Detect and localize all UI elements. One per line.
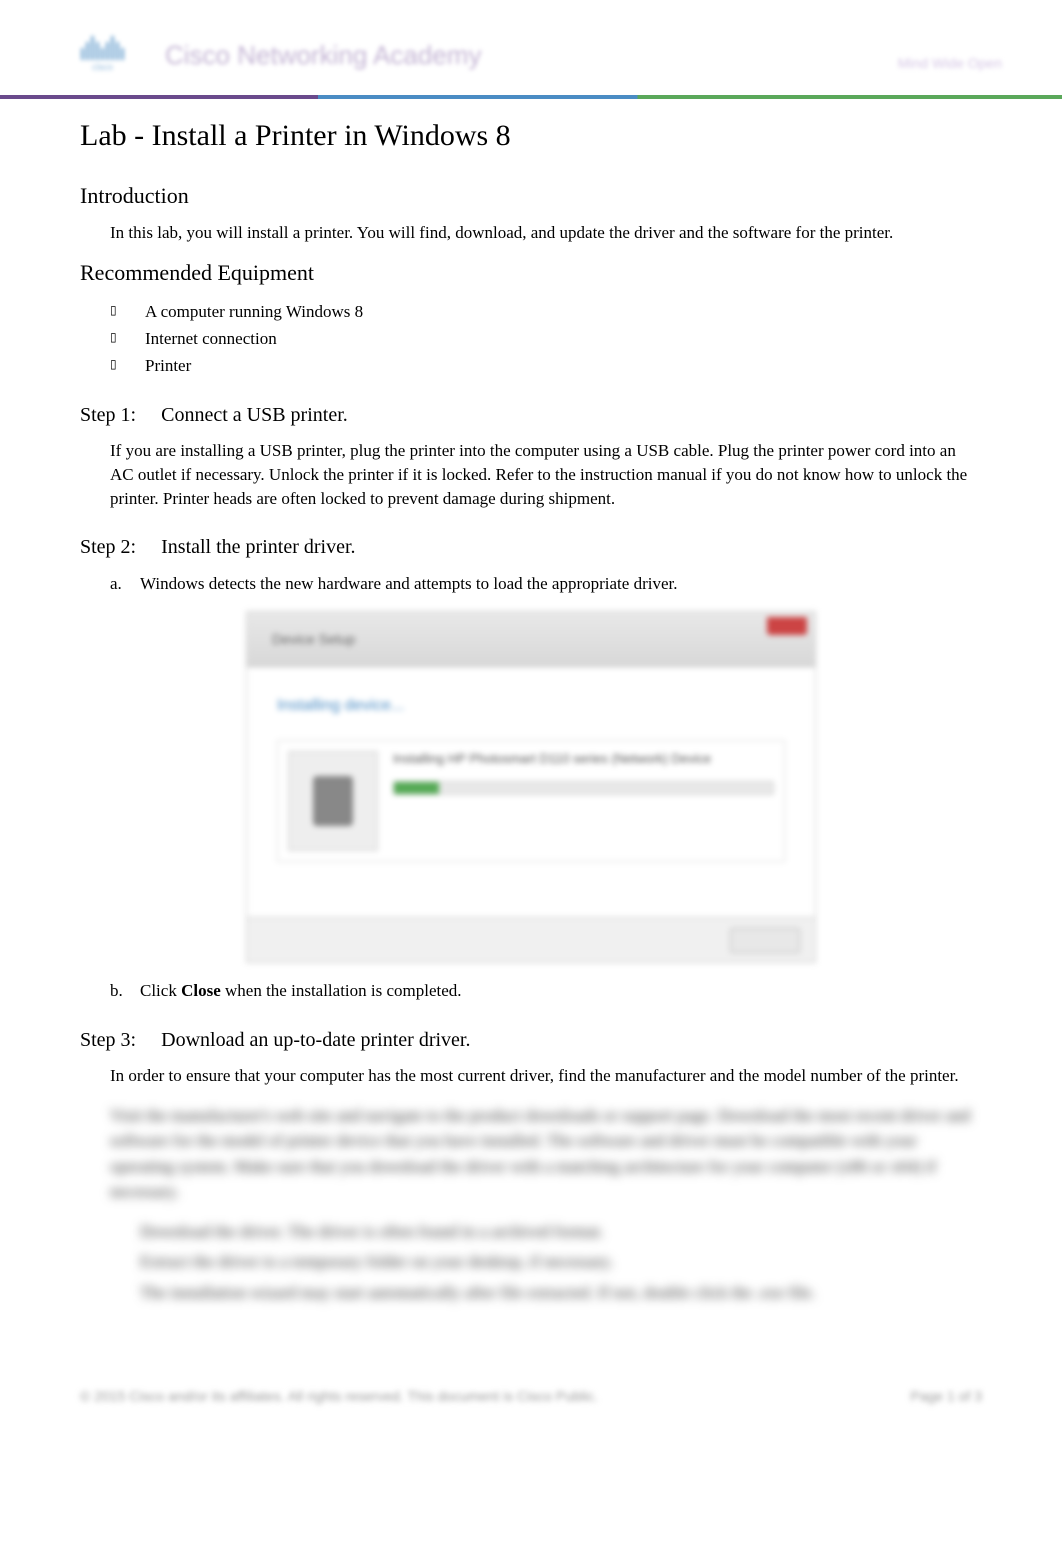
item-text: Windows detects the new hardware and att… [140,574,677,593]
step2-heading: Step 2: Install the printer driver. [80,536,982,559]
step3-heading: Step 3: Download an up-to-date printer d… [80,1029,982,1052]
window-footer [247,917,815,962]
copyright-text: © 2015 Cisco and/or its affiliates. All … [80,1388,598,1404]
logo-text: cisco [60,62,145,73]
step3-text: In order to ensure that your computer ha… [110,1064,982,1088]
device-row: Installing HP Photosmart D110 series (Ne… [277,740,785,862]
item-marker: a. [110,571,122,597]
bold-close: Close [181,981,221,1000]
document-content: Lab - Install a Printer in Windows 8 Int… [0,99,1062,1348]
blurred-item: Extract the driver to a temporary folder… [110,1247,982,1278]
blurred-content: Visit the manufacturer's web site and na… [110,1103,982,1309]
step2-item-a: a. Windows detects the new hardware and … [110,571,982,597]
blurred-item: Download the driver. The driver is often… [110,1217,982,1248]
step3-title: Download an up-to-date printer driver. [161,1029,470,1051]
device-info: Installing HP Photosmart D110 series (Ne… [393,751,774,795]
progress-bar [393,781,774,795]
step3-label: Step 3: [80,1029,136,1052]
close-button [730,928,800,953]
equipment-item: A computer running Windows 8 [110,298,982,325]
intro-text: In this lab, you will install a printer.… [110,221,982,245]
blurred-item: The installation wizard may start automa… [110,1278,982,1309]
progress-fill [394,782,439,794]
step2-item-b: b. Click Close when the installation is … [110,978,982,1004]
page-number: Page 1 of 3 [910,1388,982,1404]
tagline: Mind Wide Open [898,55,1002,71]
item-marker: b. [110,978,123,1004]
screenshot-wrapper: Device Setup Installing device... Instal… [246,611,816,963]
step2-list-cont: b. Click Close when the installation is … [110,978,982,1004]
device-setup-window: Device Setup Installing device... Instal… [246,611,816,963]
step1-text: If you are installing a USB printer, plu… [110,439,982,510]
window-titlebar: Device Setup [247,612,815,667]
item-text-before: Click [140,981,181,1000]
equipment-list: A computer running Windows 8 Internet co… [110,298,982,380]
printer-icon [288,751,378,851]
installing-status: Installing device... [277,697,785,715]
equipment-item: Printer [110,352,982,379]
document-footer: © 2015 Cisco and/or its affiliates. All … [0,1348,1062,1424]
equipment-item: Internet connection [110,325,982,352]
document-header: cisco Cisco Networking Academy Mind Wide… [0,0,1062,99]
step2-label: Step 2: [80,536,136,559]
window-body: Installing device... Installing HP Photo… [247,667,815,917]
page-title: Lab - Install a Printer in Windows 8 [80,119,982,153]
step1-title: Connect a USB printer. [161,404,348,426]
item-text-after: when the installation is completed. [221,981,462,1000]
step1-label: Step 1: [80,404,136,427]
logo-area: cisco Cisco Networking Academy [60,30,1002,80]
blurred-list: Download the driver. The driver is often… [110,1217,982,1309]
close-icon [767,617,807,635]
window-title: Device Setup [272,631,355,647]
step2-title: Install the printer driver. [161,536,355,558]
cisco-logo: cisco [60,30,145,80]
step1-heading: Step 1: Connect a USB printer. [80,404,982,427]
step2-list: a. Windows detects the new hardware and … [110,571,982,597]
intro-heading: Introduction [80,183,982,209]
device-name: Installing HP Photosmart D110 series (Ne… [393,751,774,766]
academy-name: Cisco Networking Academy [165,40,481,71]
blurred-paragraph: Visit the manufacturer's web site and na… [110,1103,982,1205]
equipment-heading: Recommended Equipment [80,260,982,286]
